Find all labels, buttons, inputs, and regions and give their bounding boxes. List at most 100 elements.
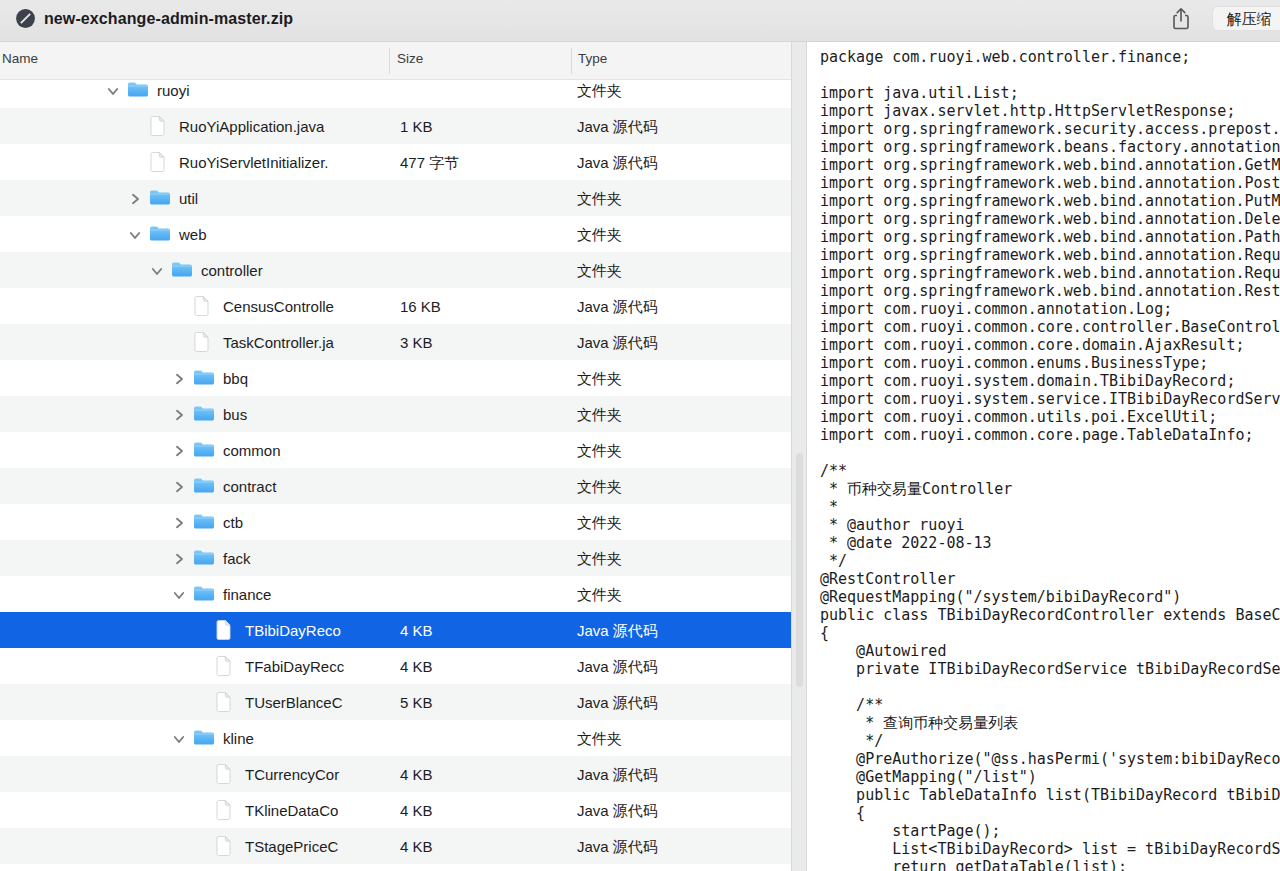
- folder-row[interactable]: bus文件夹: [0, 396, 791, 432]
- file-icon: [216, 764, 231, 784]
- file-name: RuoYiApplication.java: [179, 117, 324, 136]
- file-size: 4 KB: [400, 837, 433, 856]
- file-row[interactable]: TFabiDayRecc4 KBJava 源代码: [0, 648, 791, 684]
- file-row[interactable]: RuoYiServletInitializer. 477 字节 Java 源代码: [0, 144, 791, 180]
- scrollbar-thumb[interactable]: [796, 453, 803, 687]
- folder-row[interactable]: fack文件夹: [0, 540, 791, 576]
- file-type: Java 源代码: [577, 333, 658, 352]
- extract-button[interactable]: 解压缩: [1212, 6, 1280, 31]
- file-type: 文件夹: [577, 225, 622, 244]
- file-name: TCurrencyCor: [245, 765, 339, 784]
- folder-row[interactable]: kline文件夹: [0, 720, 791, 756]
- file-row[interactable]: TUserBlanceC5 KBJava 源代码: [0, 684, 791, 720]
- file-name: contract: [223, 477, 276, 496]
- file-size: 1 KB: [400, 117, 433, 136]
- share-icon[interactable]: [1170, 6, 1192, 32]
- file-name: CensusControlle: [223, 297, 334, 316]
- file-icon: [216, 620, 231, 640]
- folder-icon: [149, 225, 171, 242]
- column-type[interactable]: Type: [578, 51, 607, 66]
- chevron-right-icon[interactable]: [172, 552, 186, 566]
- file-size: 477 字节: [400, 153, 459, 172]
- file-name: util: [179, 189, 198, 208]
- file-type: Java 源代码: [577, 153, 658, 172]
- chevron-down-icon[interactable]: [106, 84, 120, 98]
- file-name: TUserBlanceC: [245, 693, 343, 712]
- file-row[interactable]: TBibiDayReco 4 KB Java 源代码: [0, 612, 791, 648]
- file-name: ruoyi: [157, 81, 190, 100]
- folder-icon: [193, 549, 215, 566]
- file-row[interactable]: CensusControlle16 KBJava 源代码: [0, 288, 791, 324]
- file-icon: [150, 152, 165, 172]
- file-type: Java 源代码: [577, 657, 658, 676]
- chevron-down-icon[interactable]: [172, 732, 186, 746]
- chevron-down-icon[interactable]: [172, 588, 186, 602]
- chevron-right-icon[interactable]: [172, 408, 186, 422]
- chevron-right-icon[interactable]: [172, 480, 186, 494]
- folder-row[interactable]: ctb文件夹: [0, 504, 791, 540]
- folder-row[interactable]: util 文件夹: [0, 180, 791, 216]
- folder-icon: [127, 81, 149, 98]
- file-row[interactable]: TStagePriceC 4 KB Java 源代码: [0, 828, 791, 864]
- folder-row[interactable]: bbq文件夹: [0, 360, 791, 396]
- file-icon: [194, 296, 209, 316]
- file-type: Java 源代码: [577, 621, 658, 640]
- file-type: 文件夹: [577, 441, 622, 460]
- column-name[interactable]: Name: [2, 51, 38, 66]
- file-type: 文件夹: [577, 261, 622, 280]
- file-type: Java 源代码: [577, 693, 658, 712]
- folder-row[interactable]: web 文件夹: [0, 216, 791, 252]
- chevron-right-icon[interactable]: [172, 516, 186, 530]
- file-row[interactable]: TCurrencyCor4 KBJava 源代码: [0, 756, 791, 792]
- file-row[interactable]: TKlineDataCo4 KBJava 源代码: [0, 792, 791, 828]
- file-rows: ruoyi 文件夹 RuoYiApplication.java 1 KB Java 源代…: [0, 72, 791, 864]
- folder-row[interactable]: common 文件夹: [0, 432, 791, 468]
- file-name: TStagePriceC: [245, 837, 338, 856]
- file-icon: [216, 800, 231, 820]
- file-size: 4 KB: [400, 621, 433, 640]
- folder-icon: [193, 729, 215, 746]
- chevron-down-icon[interactable]: [150, 264, 164, 278]
- column-size[interactable]: Size: [397, 51, 423, 66]
- file-name: common: [223, 441, 281, 460]
- file-name: kline: [223, 729, 254, 748]
- file-icon: [216, 656, 231, 676]
- file-icon: [216, 836, 231, 856]
- chevron-down-icon[interactable]: [128, 228, 142, 242]
- file-name: TKlineDataCo: [245, 801, 338, 820]
- file-type: 文件夹: [577, 189, 622, 208]
- folder-icon: [171, 261, 193, 278]
- file-row[interactable]: TaskController.ja3 KBJava 源代码: [0, 324, 791, 360]
- file-type: 文件夹: [577, 513, 622, 532]
- file-row[interactable]: RuoYiApplication.java 1 KB Java 源代码: [0, 108, 791, 144]
- column-header: Name Size Type: [0, 42, 791, 80]
- chevron-right-icon[interactable]: [172, 444, 186, 458]
- file-type: Java 源代码: [577, 801, 658, 820]
- file-type: 文件夹: [577, 369, 622, 388]
- column-separator: [571, 48, 572, 74]
- archive-window: new-exchange-admin-master.zip 解压缩 ruoyi文…: [0, 0, 1280, 871]
- file-name: web: [179, 225, 207, 244]
- folder-row[interactable]: contract文件夹: [0, 468, 791, 504]
- chevron-right-icon[interactable]: [172, 372, 186, 386]
- code-preview-panel: package com.ruoyi.web.controller.finance…: [807, 42, 1280, 871]
- file-name: TBibiDayReco: [245, 621, 341, 640]
- file-icon: [194, 332, 209, 352]
- file-type: Java 源代码: [577, 837, 658, 856]
- file-type: Java 源代码: [577, 297, 658, 316]
- file-type: 文件夹: [577, 549, 622, 568]
- code-text: package com.ruoyi.web.controller.finance…: [807, 42, 1280, 871]
- folder-row[interactable]: finance文件夹: [0, 576, 791, 612]
- folder-icon: [193, 441, 215, 458]
- folder-icon: [193, 477, 215, 494]
- file-type: Java 源代码: [577, 117, 658, 136]
- folder-row[interactable]: controller文件夹: [0, 252, 791, 288]
- chevron-right-icon[interactable]: [128, 192, 142, 206]
- file-type: 文件夹: [577, 405, 622, 424]
- file-type: 文件夹: [577, 81, 622, 100]
- panel-splitter[interactable]: [791, 42, 807, 871]
- file-name: RuoYiServletInitializer.: [179, 153, 329, 172]
- file-size: 4 KB: [400, 765, 433, 784]
- folder-icon: [193, 369, 215, 386]
- file-size: 3 KB: [400, 333, 433, 352]
